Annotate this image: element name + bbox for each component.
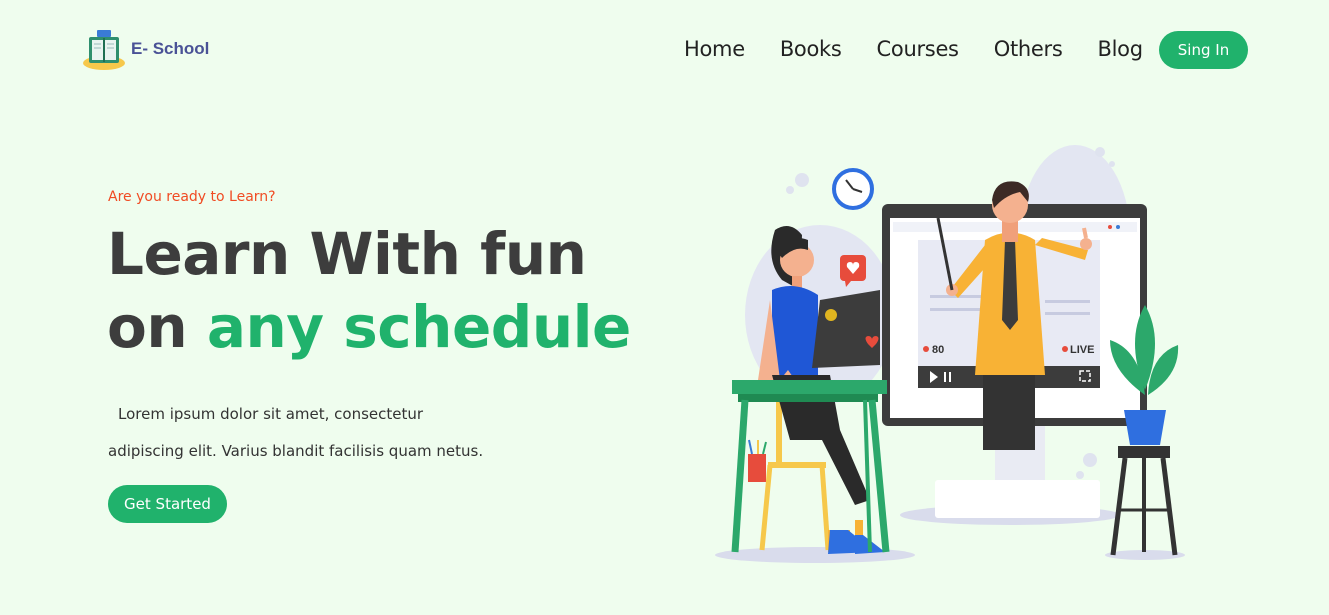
- brand-logo[interactable]: E- School: [83, 29, 209, 71]
- nav-books[interactable]: Books: [780, 37, 842, 61]
- headline-line1: Learn With fun: [107, 220, 587, 288]
- viewer-count: 80: [932, 344, 944, 356]
- main-nav: Home Books Courses Others Blog: [684, 37, 1178, 61]
- hero-kicker: Are you ready to Learn?: [108, 189, 276, 205]
- hero-illustration: 80 LIVE: [715, 145, 1185, 563]
- description-line1: Lorem ipsum dolor sit amet, consectetur: [118, 405, 424, 423]
- pause-icon: [944, 372, 946, 382]
- nav-home[interactable]: Home: [684, 37, 745, 61]
- nav-others[interactable]: Others: [994, 37, 1063, 61]
- signin-button[interactable]: Sing In: [1159, 31, 1248, 69]
- book-logo-icon: [83, 30, 125, 70]
- brand-name: E- School: [131, 39, 210, 58]
- headline-line2-prefix: on: [107, 293, 207, 361]
- clock-icon: [832, 168, 874, 210]
- live-badge: LIVE: [1070, 344, 1094, 356]
- get-started-button[interactable]: Get Started: [108, 485, 227, 523]
- headline-accent: any schedule: [206, 293, 632, 361]
- nav-blog[interactable]: Blog: [1098, 37, 1144, 61]
- description-line2: adipiscing elit. Varius blandit facilisi…: [108, 442, 484, 460]
- hero-description: Lorem ipsum dolor sit amet, consectetur …: [108, 396, 528, 470]
- hero-headline: Learn With fun on any schedule: [107, 218, 631, 364]
- nav-courses[interactable]: Courses: [877, 37, 959, 61]
